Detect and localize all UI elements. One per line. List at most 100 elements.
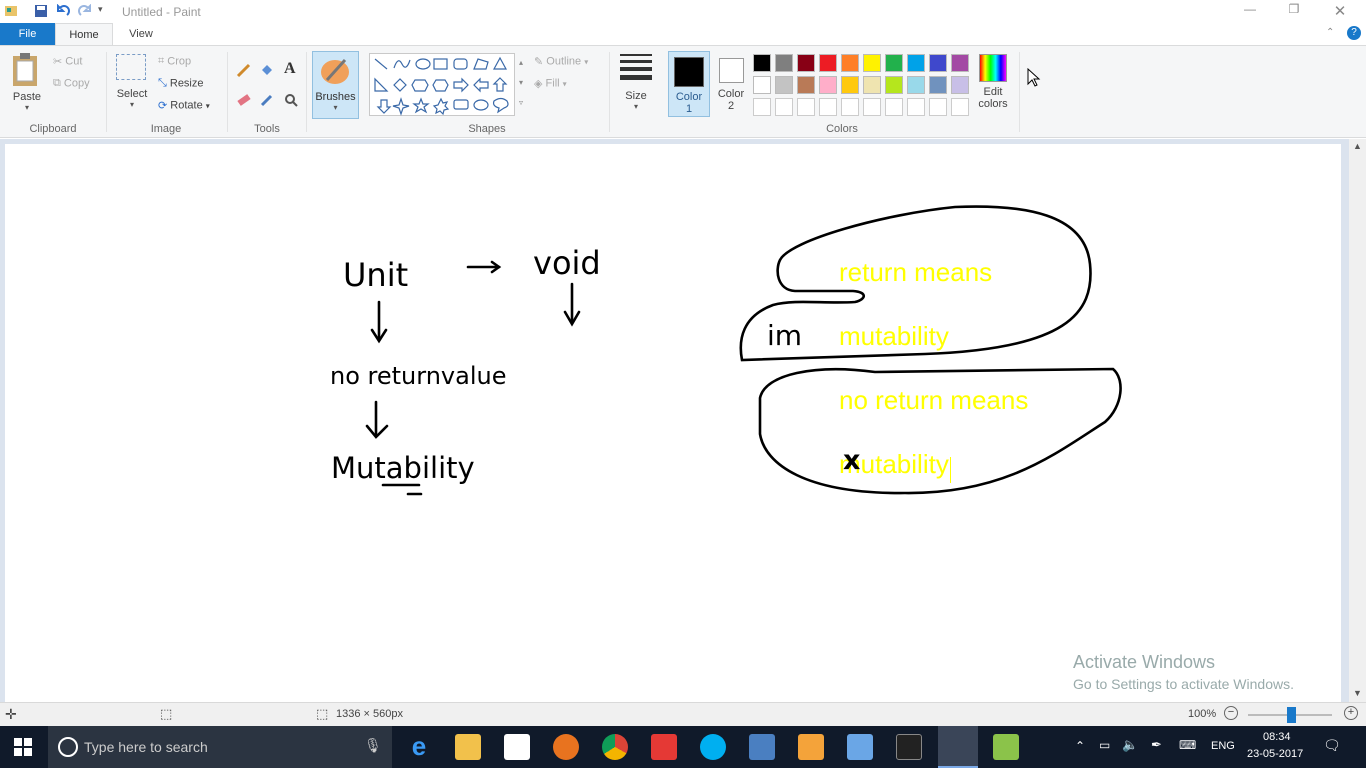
file-explorer-icon[interactable] [455,734,481,760]
microphone-icon[interactable]: 🎙 [364,737,382,754]
color2-button[interactable]: Color 2 [712,51,752,117]
cut-button[interactable]: ✂ Cut [53,55,82,68]
color-swatch[interactable] [885,54,903,72]
color-swatch[interactable] [797,54,815,72]
color-swatch[interactable] [951,76,969,94]
app-orange-icon[interactable] [798,734,824,760]
custom-color-slot[interactable] [775,98,793,116]
color-swatch[interactable] [929,54,947,72]
taskbar-search[interactable]: Type here to search 🎙 [48,726,392,768]
custom-color-slot[interactable] [885,98,903,116]
resize-button[interactable]: ⤡ Resize [158,77,204,90]
zoom-slider-thumb[interactable] [1287,707,1296,723]
tab-file[interactable]: File [0,23,55,45]
color1-button[interactable]: Color 1 [668,51,710,117]
help-icon[interactable]: ? [1347,26,1361,40]
color-swatch[interactable] [775,76,793,94]
custom-color-slot[interactable] [753,98,771,116]
maximize-button[interactable]: ❐ [1284,2,1304,20]
language-indicator[interactable]: ENG [1211,740,1235,752]
color-swatch[interactable] [863,76,881,94]
redo-icon[interactable] [78,3,92,18]
edit-colors-button[interactable]: Edit colors [975,54,1011,116]
save-icon[interactable] [34,4,48,18]
terminal-icon[interactable] [896,734,922,760]
eraser-icon[interactable] [236,92,252,108]
rotate-chevron-icon: ▾ [205,101,210,111]
color-swatch[interactable] [753,54,771,72]
selection-size-icon: ⬚ [160,706,173,721]
color-swatch[interactable] [885,76,903,94]
color-swatch[interactable] [907,76,925,94]
select-button[interactable]: Select ▾ [114,54,150,118]
custom-color-slot[interactable] [929,98,947,116]
collapse-ribbon-icon[interactable]: ⌃ [1326,27,1334,38]
color-swatch[interactable] [775,54,793,72]
zoom-in-icon[interactable]: + [1344,706,1358,720]
brushes-button[interactable]: Brushes ▾ [312,51,359,119]
color-swatch[interactable] [841,76,859,94]
custom-color-slot[interactable] [951,98,969,116]
app-red-icon[interactable] [651,734,677,760]
shapes-gallery-icons [374,56,509,116]
volume-icon[interactable]: 🔈 [1122,737,1138,753]
magnifier-icon[interactable] [283,92,299,108]
color-swatch[interactable] [951,54,969,72]
color-swatch[interactable] [819,54,837,72]
color-swatch[interactable] [863,54,881,72]
text-tool-icon[interactable]: A [284,60,296,78]
vertical-scrollbar[interactable]: ▲ ▼ [1349,139,1366,702]
copy-button[interactable]: ⧉ Copy [53,77,90,90]
color-swatch[interactable] [907,54,925,72]
scroll-up-icon[interactable]: ▲ [1349,141,1366,151]
close-button[interactable]: ✕ [1330,2,1350,20]
crop-button[interactable]: ⌗ Crop [158,55,191,68]
chrome-icon[interactable] [602,734,628,760]
clock-time[interactable]: 08:34 [1263,731,1291,743]
minimize-button[interactable]: — [1240,2,1260,20]
store-icon[interactable] [504,734,530,760]
size-button[interactable]: Size ▾ [617,54,655,118]
color-swatch[interactable] [929,76,947,94]
tray-chevron-icon[interactable]: ⌃ [1075,739,1085,753]
virtualbox-icon[interactable] [749,734,775,760]
start-windows-icon[interactable] [14,738,32,759]
zoom-out-icon[interactable]: − [1224,706,1238,720]
clock-date[interactable]: 23-05-2017 [1247,748,1303,760]
color-swatch[interactable] [841,54,859,72]
keyboard-icon[interactable]: ⌨ [1179,738,1196,752]
tab-view[interactable]: View [113,23,169,45]
network-icon[interactable]: ▭ [1099,738,1110,752]
fill-bucket-icon[interactable] [259,62,275,78]
tab-home[interactable]: Home [55,23,113,45]
undo-icon[interactable] [56,3,70,18]
color-picker-icon[interactable] [259,92,275,108]
custom-color-slot[interactable] [797,98,815,116]
custom-color-slot[interactable] [863,98,881,116]
action-center-icon[interactable]: 🗨 [1323,737,1341,754]
drawing-canvas[interactable]: Unit void no returnvalue Mutability im r… [5,144,1341,704]
customize-qa-chevron-icon[interactable]: ▾ [98,4,112,18]
outline-button[interactable]: ✎ Outline ▾ [534,55,588,68]
rotate-icon: ⟳ [158,100,168,112]
color-swatch[interactable] [753,76,771,94]
pencil-icon[interactable] [236,62,252,78]
custom-color-slot[interactable] [819,98,837,116]
notepad-green-icon[interactable] [993,734,1019,760]
shapes-gallery[interactable] [369,53,515,116]
app-blue-icon[interactable] [847,734,873,760]
custom-color-slot[interactable] [907,98,925,116]
edge-icon[interactable]: e [406,733,432,760]
rotate-button[interactable]: ⟳ Rotate ▾ [158,99,210,112]
skype-icon[interactable] [700,734,726,760]
paste-button[interactable]: Paste ▾ [8,52,46,118]
paint-taskbar-icon[interactable] [938,726,978,768]
shapes-scroll[interactable]: ▴ ▾ ▿ [515,53,527,116]
custom-color-slot[interactable] [841,98,859,116]
color-swatch[interactable] [797,76,815,94]
scroll-down-icon[interactable]: ▼ [1349,688,1366,698]
firefox-icon[interactable] [553,734,579,760]
fill-button[interactable]: ◈ Fill ▾ [534,77,567,90]
pen-icon[interactable]: ✒ [1151,737,1162,753]
color-swatch[interactable] [819,76,837,94]
